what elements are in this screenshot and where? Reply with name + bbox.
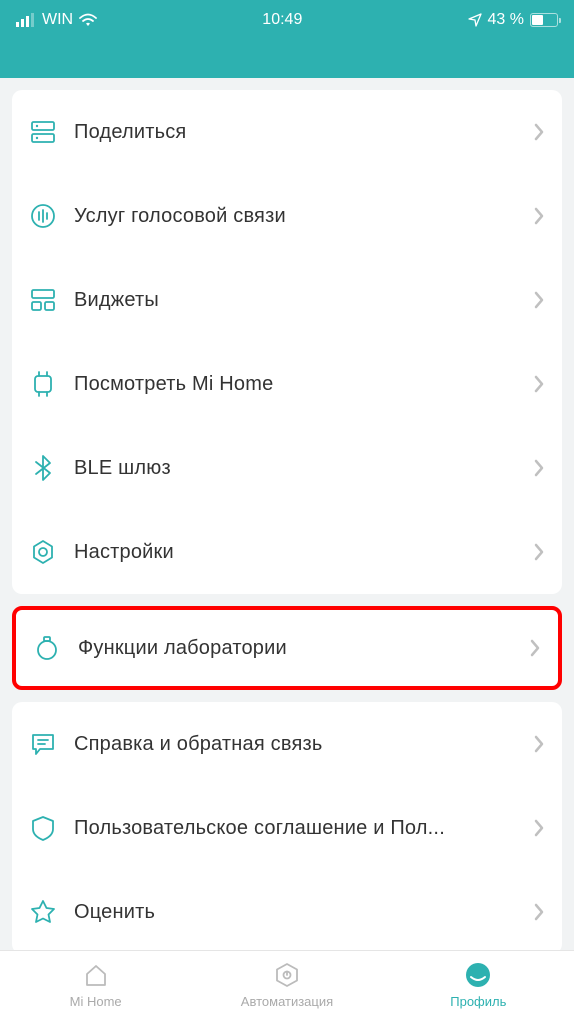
share-icon [26,115,60,149]
settings-group-3: Справка и обратная связь Пользовательско… [12,702,562,954]
tab-label: Автоматизация [241,994,333,1009]
chevron-right-icon [534,543,544,561]
row-settings[interactable]: Настройки [12,510,562,594]
row-watch[interactable]: Посмотреть Mi Home [12,342,562,426]
voice-icon [26,199,60,233]
cellular-icon [16,13,36,27]
settings-group-1: Поделиться Услуг голосовой связи Виджеты… [12,90,562,594]
star-icon [26,895,60,929]
row-widgets[interactable]: Виджеты [12,258,562,342]
chevron-right-icon [534,375,544,393]
battery-percent: 43 % [488,11,524,29]
wifi-icon [79,13,97,27]
row-label: BLE шлюз [74,457,534,480]
row-label: Услуг голосовой связи [74,205,534,228]
row-voice[interactable]: Услуг голосовой связи [12,174,562,258]
status-right: 43 % [468,11,558,29]
carrier-label: WIN [42,11,73,29]
chevron-right-icon [534,291,544,309]
chevron-right-icon [534,903,544,921]
watch-icon [26,367,60,401]
battery-icon [530,13,558,27]
automation-icon [272,960,302,990]
status-left: WIN [16,11,97,29]
widgets-icon [26,283,60,317]
row-label: Справка и обратная связь [74,733,534,756]
bluetooth-icon [26,451,60,485]
row-ble[interactable]: BLE шлюз [12,426,562,510]
header [0,40,574,78]
tab-profile[interactable]: Профиль [383,951,574,1018]
row-lab[interactable]: Функции лаборатории [16,610,558,686]
row-legal[interactable]: Пользовательское соглашение и Пол... [12,786,562,870]
tab-automation[interactable]: Автоматизация [191,951,382,1018]
status-time: 10:49 [262,11,302,29]
row-label: Посмотреть Mi Home [74,373,534,396]
chevron-right-icon [534,207,544,225]
chevron-right-icon [534,735,544,753]
settings-group-lab: Функции лаборатории [12,606,562,690]
tab-label: Профиль [450,994,506,1009]
row-label: Оценить [74,901,534,924]
row-share[interactable]: Поделиться [12,90,562,174]
chevron-right-icon [534,123,544,141]
location-icon [468,13,482,27]
profile-icon [463,960,493,990]
row-label: Виджеты [74,289,534,312]
shield-icon [26,811,60,845]
settings-icon [26,535,60,569]
feedback-icon [26,727,60,761]
tab-bar: Mi Home Автоматизация Профиль [0,950,574,1024]
chevron-right-icon [534,819,544,837]
status-bar: WIN 10:49 43 % [0,0,574,40]
content: Поделиться Услуг голосовой связи Виджеты… [0,78,574,954]
row-label: Функции лаборатории [78,637,530,660]
row-rate[interactable]: Оценить [12,870,562,954]
chevron-right-icon [530,639,540,657]
tab-label: Mi Home [70,994,122,1009]
chevron-right-icon [534,459,544,477]
lab-icon [30,631,64,665]
row-help[interactable]: Справка и обратная связь [12,702,562,786]
tab-home[interactable]: Mi Home [0,951,191,1018]
row-label: Настройки [74,541,534,564]
row-label: Пользовательское соглашение и Пол... [74,817,534,840]
home-icon [81,960,111,990]
row-label: Поделиться [74,121,534,144]
